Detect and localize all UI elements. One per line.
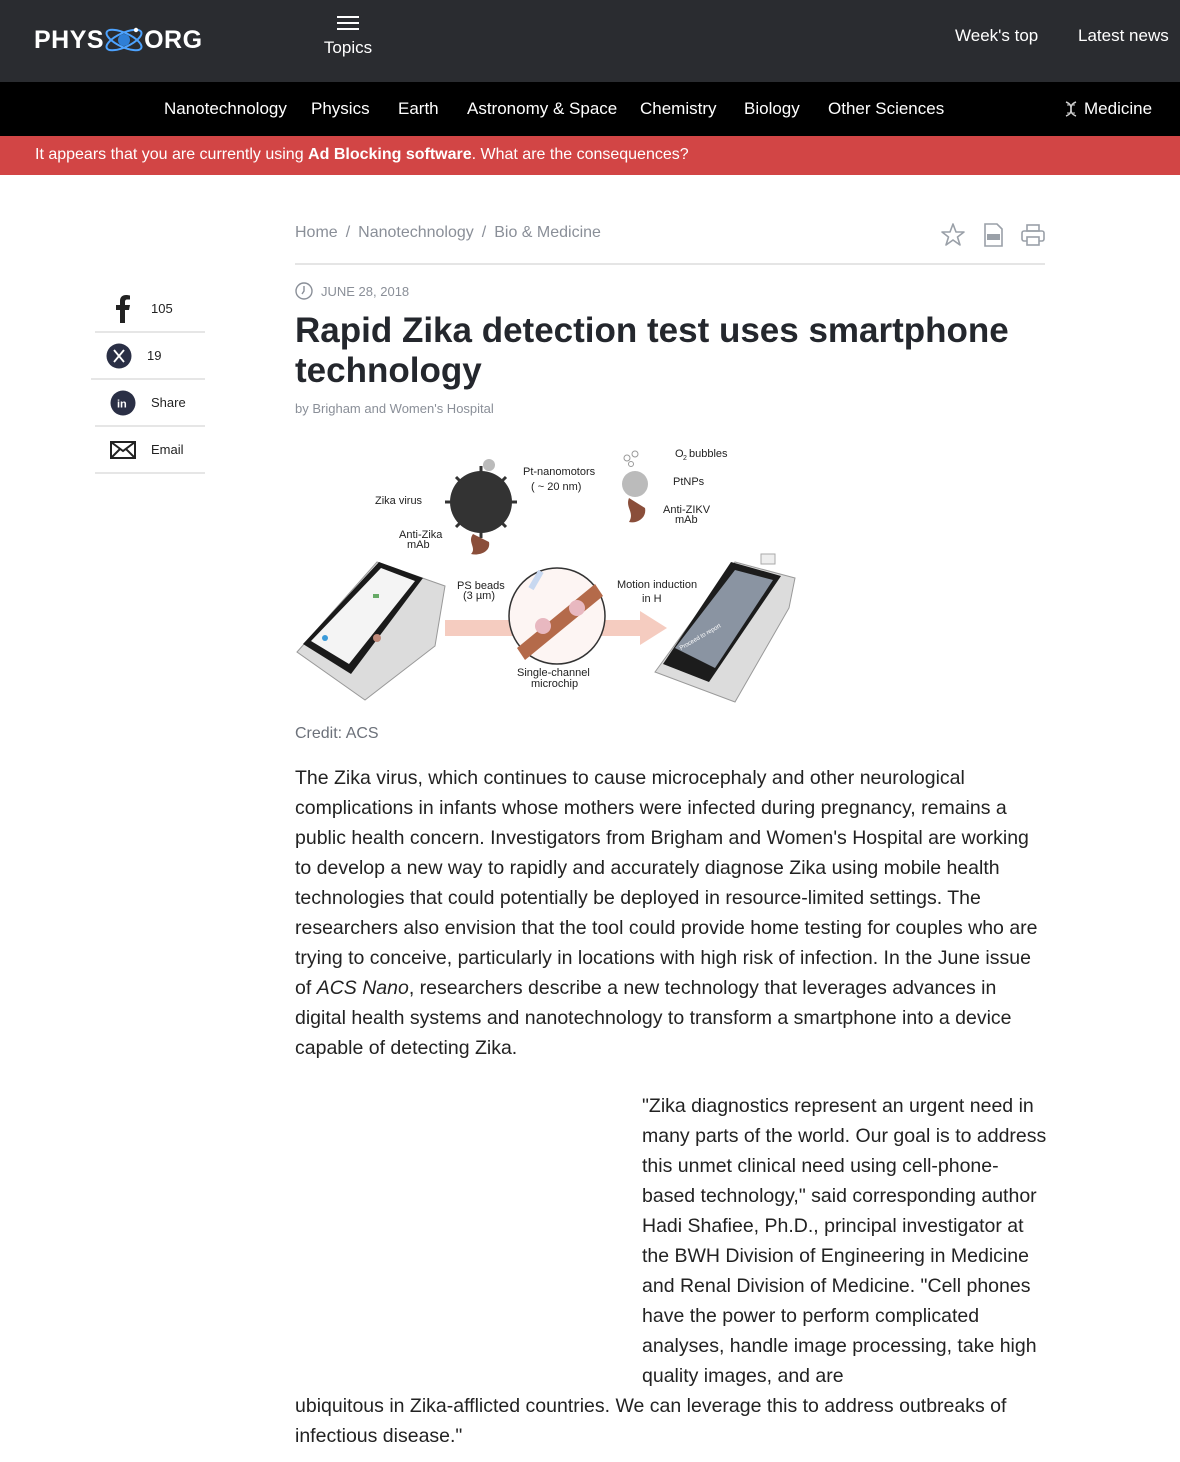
share-facebook[interactable]: 105 bbox=[95, 286, 205, 333]
right-smartphone-illustration bbox=[654, 553, 796, 703]
nav-biology[interactable]: Biology bbox=[744, 99, 800, 119]
adblock-prefix: It appears that you are currently using bbox=[35, 146, 309, 163]
share-x[interactable]: 19 bbox=[91, 333, 205, 380]
bookmark-star-icon[interactable] bbox=[940, 222, 966, 248]
logo-text-right: ORG bbox=[144, 25, 203, 54]
article-date: JUNE 28, 2018 bbox=[295, 282, 409, 300]
nav-other-sciences[interactable]: Other Sciences bbox=[828, 99, 944, 119]
left-smartphone-illustration bbox=[296, 561, 446, 701]
label-microchip: microchip bbox=[531, 678, 578, 690]
journal-name: ACS Nano bbox=[316, 977, 409, 999]
nav-earth[interactable]: Earth bbox=[398, 99, 439, 119]
email-label: Email bbox=[151, 442, 184, 457]
linkedin-icon: in bbox=[109, 389, 137, 417]
hamburger-icon bbox=[337, 16, 359, 30]
nav-nanotechnology[interactable]: Nanotechnology bbox=[164, 99, 287, 119]
nav-medicine-label: Medicine bbox=[1084, 99, 1153, 118]
nav-astronomy-space[interactable]: Astronomy & Space bbox=[467, 99, 617, 119]
article-tools bbox=[940, 222, 1046, 248]
label-zika-virus: Zika virus bbox=[375, 495, 423, 507]
nav-medicine[interactable]: Medicine bbox=[1064, 99, 1152, 119]
clock-icon bbox=[295, 282, 313, 300]
adblock-suffix: . What are the consequences? bbox=[471, 146, 689, 163]
x-twitter-icon bbox=[105, 342, 133, 370]
label-bubbles: bubbles bbox=[689, 448, 728, 460]
share-email[interactable]: Email bbox=[95, 427, 205, 474]
topics-label: Topics bbox=[323, 38, 373, 57]
breadcrumb-divider bbox=[295, 263, 1045, 265]
topics-menu-button[interactable]: Topics bbox=[322, 12, 374, 58]
breadcrumb: Home / Nanotechnology / Bio & Medicine bbox=[295, 224, 601, 242]
share-linkedin[interactable]: in Share bbox=[95, 380, 205, 427]
linkedin-share-label: Share bbox=[151, 395, 186, 410]
label-size: ( ~ 20 nm) bbox=[531, 481, 581, 493]
label-anti-zika-mab: mAb bbox=[407, 539, 430, 551]
figure-credit: Credit: ACS bbox=[295, 725, 379, 742]
nav-physics[interactable]: Physics bbox=[311, 99, 370, 119]
label-pt-nanomotors: Pt-nanomotors bbox=[523, 466, 596, 478]
latest-news-link[interactable]: Latest news bbox=[1078, 26, 1169, 46]
label-o2-sub: 2 bbox=[683, 455, 687, 462]
article-paragraph-1: The Zika virus, which continues to cause… bbox=[295, 763, 1045, 1063]
logo-text-left: PHYS bbox=[34, 25, 105, 54]
article-title: Rapid Zika detection test uses smartphon… bbox=[295, 311, 1009, 390]
paragraph-1-part-a: The Zika virus, which continues to cause… bbox=[295, 767, 1038, 999]
facebook-icon bbox=[109, 294, 137, 323]
weeks-top-link[interactable]: Week's top bbox=[955, 26, 1038, 46]
breadcrumb-separator: / bbox=[481, 224, 487, 241]
atom-logo-icon bbox=[105, 27, 143, 52]
breadcrumb-bio-medicine[interactable]: Bio & Medicine bbox=[494, 224, 601, 242]
date-text: JUNE 28, 2018 bbox=[321, 283, 410, 299]
label-ps-size: (3 µm) bbox=[463, 590, 495, 602]
category-nav: Nanotechnology Physics Earth Astronomy &… bbox=[0, 82, 1180, 136]
article-quote-part-1: "Zika diagnostics represent an urgent ne… bbox=[642, 1095, 1047, 1387]
facebook-count: 105 bbox=[151, 301, 173, 316]
breadcrumb-home[interactable]: Home bbox=[295, 224, 338, 242]
site-logo[interactable]: PHYS ORG bbox=[34, 22, 203, 58]
top-header: PHYS ORG Topics Week's top Latest news bbox=[0, 0, 1180, 82]
dna-icon bbox=[1065, 101, 1077, 117]
x-count: 19 bbox=[147, 348, 162, 363]
pdf-icon[interactable] bbox=[980, 222, 1006, 248]
article-figure: Zika virus Anti-Zika mAb Pt-nanomotors (… bbox=[296, 448, 796, 703]
adblock-banner: It appears that you are currently using … bbox=[0, 136, 1180, 175]
nav-chemistry[interactable]: Chemistry bbox=[640, 99, 717, 119]
article-byline[interactable]: by Brigham and Women's Hospital bbox=[295, 401, 494, 416]
svg-text:in: in bbox=[117, 398, 127, 410]
label-motion: Motion induction bbox=[617, 579, 697, 591]
breadcrumb-nanotechnology[interactable]: Nanotechnology bbox=[358, 224, 474, 242]
label-ptnps: PtNPs bbox=[673, 476, 705, 488]
share-column: 105 19 in Share Email bbox=[91, 286, 205, 474]
article-quote-part-2: ubiquitous in Zika-afflicted countries. … bbox=[295, 1395, 1007, 1447]
label-in-h2o2: in H bbox=[642, 593, 662, 605]
breadcrumb-separator: / bbox=[345, 224, 351, 241]
email-icon bbox=[109, 436, 137, 464]
label-anti-zikv-mab: mAb bbox=[675, 514, 698, 526]
adblock-link[interactable]: Ad Blocking software bbox=[308, 146, 472, 163]
print-icon[interactable] bbox=[1020, 222, 1046, 248]
